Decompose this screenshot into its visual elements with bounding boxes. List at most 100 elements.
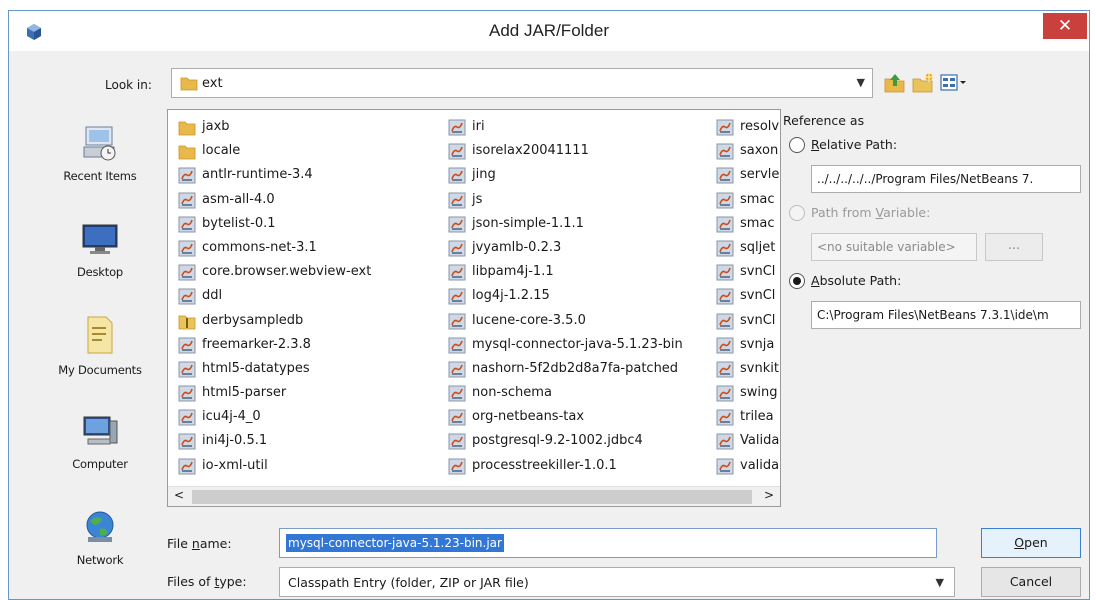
file-list-item[interactable]: lucene-core-3.5.0 — [448, 310, 716, 334]
relative-path-radio[interactable] — [789, 137, 805, 153]
file-name: postgresql-9.2-1002.jdbc4 — [472, 433, 643, 449]
file-list-item[interactable]: antlr-runtime-3.4 — [178, 164, 446, 188]
place-computer[interactable]: Computer — [39, 411, 161, 501]
file-list-item[interactable]: html5-datatypes — [178, 358, 446, 382]
file-list-item[interactable]: trilea — [716, 406, 780, 430]
file-list-item[interactable]: svnCl — [716, 261, 780, 285]
up-folder-icon[interactable] — [883, 71, 907, 95]
jar-file-icon — [178, 361, 196, 378]
file-list-item[interactable]: svnCl — [716, 285, 780, 309]
variable-path-radio[interactable] — [789, 205, 805, 221]
file-list-item[interactable]: jvyamlb-0.2.3 — [448, 237, 716, 261]
file-list-item[interactable]: jaxb — [178, 116, 446, 140]
relative-path-field[interactable]: ../../../../../Program Files/NetBeans 7. — [811, 165, 1081, 193]
browse-variable-button[interactable]: ... — [985, 233, 1043, 261]
file-list-item[interactable]: valida — [716, 455, 780, 479]
jar-file-icon — [178, 433, 196, 450]
file-list-item[interactable]: ddl — [178, 285, 446, 309]
file-list-item[interactable]: html5-parser — [178, 382, 446, 406]
file-list-item[interactable]: json-simple-1.1.1 — [448, 213, 716, 237]
file-list-item[interactable]: log4j-1.2.15 — [448, 285, 716, 309]
horizontal-scrollbar[interactable]: < > — [168, 486, 780, 506]
file-list-item[interactable]: svnCl — [716, 310, 780, 334]
jar-file-icon — [716, 288, 734, 305]
file-list-item[interactable]: locale — [178, 140, 446, 164]
file-list-item[interactable]: core.browser.webview-ext — [178, 261, 446, 285]
file-list-item[interactable]: smac — [716, 213, 780, 237]
file-list-item[interactable]: js — [448, 189, 716, 213]
file-list-item[interactable]: processtreekiller-1.0.1 — [448, 455, 716, 479]
look-in-combo[interactable]: ext ▼ — [171, 68, 873, 98]
add-jar-folder-dialog: Add JAR/Folder ✕ Look in: ext ▼ Recent I… — [8, 10, 1090, 600]
file-list-item[interactable]: isorelax20041111 — [448, 140, 716, 164]
jar-file-icon — [448, 216, 466, 233]
scroll-right-button[interactable]: > — [764, 488, 774, 502]
file-list-item[interactable]: non-schema — [448, 382, 716, 406]
file-list-item[interactable]: postgresql-9.2-1002.jdbc4 — [448, 430, 716, 454]
absolute-path-radio[interactable] — [789, 273, 805, 289]
file-name-input[interactable]: mysql-connector-java-5.1.23-bin.jar — [279, 528, 937, 558]
file-list-item[interactable]: svnja — [716, 334, 780, 358]
place-network[interactable]: Network — [39, 507, 161, 597]
file-list-item[interactable]: derbysampledb — [178, 310, 446, 334]
place-desktop[interactable]: Desktop — [39, 219, 161, 309]
scroll-left-button[interactable]: < — [174, 488, 184, 502]
variable-select[interactable]: <no suitable variable> — [811, 233, 977, 261]
place-my-documents[interactable]: My Documents — [39, 313, 161, 403]
zip-folder-icon — [178, 315, 196, 329]
absolute-path-field[interactable]: C:\Program Files\NetBeans 7.3.1\ide\m — [811, 301, 1081, 329]
file-list-item[interactable]: resolv — [716, 116, 780, 140]
desktop-icon — [82, 224, 118, 254]
file-name: ini4j-0.5.1 — [202, 433, 268, 449]
file-column-1: jaxb locale antlr-runtime-3.4 asm-all-4.0 by… — [178, 116, 446, 479]
file-list-item[interactable]: svnkit — [716, 358, 780, 382]
file-list[interactable]: jaxb locale antlr-runtime-3.4 asm-all-4.0 by… — [167, 109, 781, 507]
file-list-item[interactable]: commons-net-3.1 — [178, 237, 446, 261]
file-list-item[interactable]: smac — [716, 189, 780, 213]
scrollbar-thumb[interactable] — [192, 490, 752, 504]
file-name: trilea — [740, 409, 774, 425]
file-list-item[interactable]: ini4j-0.5.1 — [178, 430, 446, 454]
file-list-item[interactable]: libpam4j-1.1 — [448, 261, 716, 285]
file-name: derbysampledb — [202, 312, 304, 328]
file-name: isorelax20041111 — [472, 143, 589, 159]
file-list-item[interactable]: Valida — [716, 430, 780, 454]
file-type-combo[interactable]: Classpath Entry (folder, ZIP or JAR file… — [279, 567, 955, 597]
file-column-3: resolv saxon servle smac smac sqljet svnCl svnC… — [716, 116, 780, 479]
file-list-item[interactable]: swing — [716, 382, 780, 406]
places-bar: Recent Items Desktop My Documents Comput… — [39, 111, 161, 581]
file-name: svnkit — [740, 360, 779, 376]
place-label: Network — [76, 553, 124, 567]
file-list-item[interactable]: saxon — [716, 140, 780, 164]
jar-file-icon — [448, 458, 466, 475]
jar-file-icon — [448, 143, 466, 160]
file-name: Valida — [740, 433, 780, 449]
file-list-item[interactable]: icu4j-4_0 — [178, 406, 446, 430]
file-list-item[interactable]: nashorn-5f2db2d8a7fa-patched — [448, 358, 716, 382]
file-list-item[interactable]: servle — [716, 164, 780, 188]
open-button[interactable]: Open — [981, 528, 1081, 558]
jar-file-icon — [178, 337, 196, 354]
place-recent-items[interactable]: Recent Items — [39, 123, 161, 213]
file-list-item[interactable]: asm-all-4.0 — [178, 189, 446, 213]
file-name: svnCl — [740, 312, 776, 328]
file-list-item[interactable]: bytelist-0.1 — [178, 213, 446, 237]
close-button[interactable]: ✕ — [1043, 13, 1087, 39]
file-list-item[interactable]: mysql-connector-java-5.1.23-bin — [448, 334, 716, 358]
new-folder-icon[interactable] — [911, 71, 935, 95]
cancel-button[interactable]: Cancel — [981, 567, 1081, 597]
file-list-item[interactable]: io-xml-util — [178, 455, 446, 479]
file-list-item[interactable]: iri — [448, 116, 716, 140]
relative-path-label: Relative Path: — [811, 137, 898, 152]
jar-file-icon — [448, 409, 466, 426]
file-list-item[interactable]: sqljet — [716, 237, 780, 261]
reference-title: Reference as — [783, 113, 865, 128]
file-name: swing — [740, 385, 778, 401]
file-list-item[interactable]: freemarker-2.3.8 — [178, 334, 446, 358]
jar-file-icon — [448, 361, 466, 378]
view-menu-icon[interactable] — [939, 71, 969, 95]
folder-icon — [180, 77, 198, 91]
file-name: js — [472, 191, 483, 207]
file-list-item[interactable]: jing — [448, 164, 716, 188]
file-list-item[interactable]: org-netbeans-tax — [448, 406, 716, 430]
